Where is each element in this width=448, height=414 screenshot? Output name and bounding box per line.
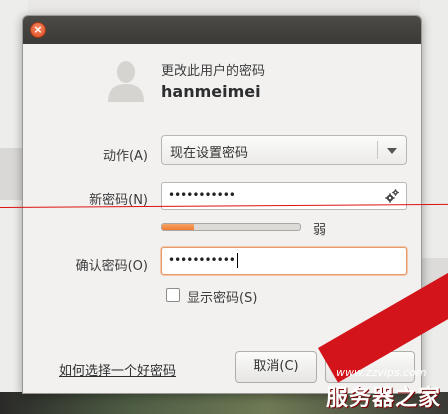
confirm-password-value: ••••••••••• [168, 253, 236, 267]
password-strength-meter [161, 223, 301, 231]
cancel-button[interactable]: 取消(C) [235, 351, 317, 383]
dialog-subtitle: 更改此用户的密码 [161, 64, 266, 79]
action-dropdown-value: 现在设置密码 [170, 146, 249, 161]
close-icon[interactable]: × [30, 22, 46, 38]
confirm-password-field[interactable]: ••••••••••• [161, 247, 407, 275]
watermark-url: www.zzvips.com [336, 366, 427, 379]
show-password-label[interactable]: 显示密码(S) [187, 287, 257, 306]
new-password-value: ••••••••••• [168, 188, 236, 202]
action-dropdown[interactable]: 现在设置密码 [161, 135, 407, 165]
confirm-password-label: 确认密码(O) [75, 259, 148, 274]
watermark-brand: 服务器之家 [326, 386, 442, 411]
gear-icon[interactable] [384, 188, 400, 204]
action-label: 动作(A) [102, 149, 148, 164]
background-window-right [420, 0, 448, 414]
password-strength-text: 弱 [313, 223, 327, 238]
text-caret [236, 253, 238, 268]
dropdown-separator [377, 141, 378, 159]
password-strength-fill [162, 224, 194, 230]
password-help-link[interactable]: 如何选择一个好密码 [59, 360, 176, 379]
username: hanmeimei [161, 82, 261, 101]
titlebar: × [23, 16, 421, 44]
user-avatar-icon [108, 61, 144, 102]
chevron-down-icon[interactable] [387, 148, 397, 154]
show-password-checkbox[interactable] [166, 288, 180, 302]
